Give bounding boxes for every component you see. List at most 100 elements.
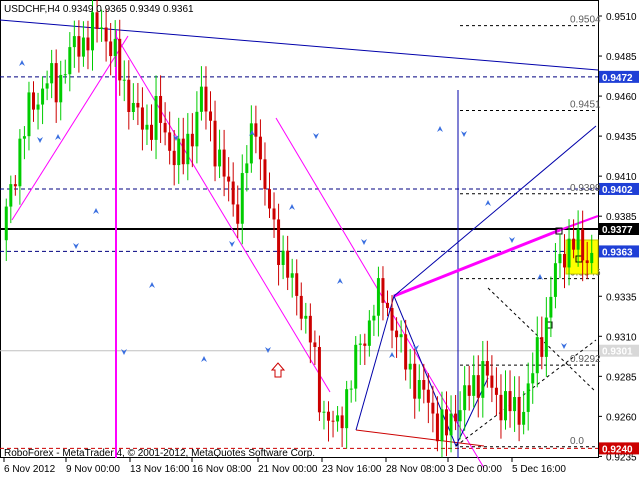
candle-body xyxy=(390,307,394,331)
up-fractal-arrow-icon xyxy=(149,282,155,288)
candle-body xyxy=(567,238,571,268)
candle-body xyxy=(86,37,90,51)
candle-body xyxy=(517,397,521,425)
candle-body xyxy=(454,413,458,422)
candle-body xyxy=(544,317,548,357)
candle-body xyxy=(526,383,530,412)
price-tick-label: 0.9385 xyxy=(606,212,637,223)
candle-body xyxy=(413,363,417,399)
candle-body xyxy=(354,344,358,389)
down-fractal-arrow-icon xyxy=(361,239,367,245)
price-tick-label: 0.9460 xyxy=(606,92,637,103)
up-fractal-arrow-icon xyxy=(19,60,25,66)
candle-body xyxy=(304,315,308,319)
fractal-arrows xyxy=(19,60,567,362)
trend-line[interactable] xyxy=(0,19,599,71)
candle-body xyxy=(27,92,31,137)
candle-body xyxy=(81,37,85,57)
price-tick-label: 0.9285 xyxy=(606,372,637,383)
candle-body xyxy=(154,95,158,140)
price-label: 0.9240 xyxy=(602,444,633,455)
candle-body xyxy=(336,415,340,422)
candle-body xyxy=(227,176,231,182)
candle-body xyxy=(177,138,181,166)
down-fractal-arrow-icon xyxy=(509,237,515,243)
candle-body xyxy=(422,380,426,390)
candle-body xyxy=(18,138,22,187)
candle-body xyxy=(218,149,222,167)
candle-body xyxy=(358,343,362,345)
down-fractal-arrow-icon xyxy=(313,133,319,139)
candle-body xyxy=(213,120,217,167)
candle-body xyxy=(181,138,185,165)
candle-body xyxy=(417,380,421,399)
price-label: 0.9377 xyxy=(602,225,633,236)
target-line[interactable] xyxy=(559,215,599,231)
candle-body xyxy=(313,342,317,348)
candle-body xyxy=(376,278,380,316)
up-fractal-arrow-icon xyxy=(93,208,99,214)
time-label: 13 Nov 16:00 xyxy=(130,464,190,475)
down-fractal-arrow-icon xyxy=(561,343,567,349)
down-fractal-arrow-icon xyxy=(265,347,271,353)
candle-body xyxy=(254,123,258,137)
support-line[interactable] xyxy=(355,429,485,447)
price-tick-label: 0.9485 xyxy=(606,52,637,63)
candle-body xyxy=(558,253,562,264)
candle-body xyxy=(9,184,13,207)
candle-body xyxy=(399,334,403,338)
time-label: 9 Nov 00:00 xyxy=(66,464,120,475)
price-tick-label: 0.9410 xyxy=(606,172,637,183)
candle-body xyxy=(50,63,54,84)
candle-body xyxy=(231,181,235,205)
candle-body xyxy=(363,343,367,346)
candle-body xyxy=(277,219,281,265)
fibo-label: 0.9504 xyxy=(570,15,601,26)
candle-body xyxy=(458,410,462,422)
candle-body xyxy=(513,397,517,412)
candle-body xyxy=(22,136,26,139)
candle-body xyxy=(136,102,140,108)
up-fractal-arrow-icon xyxy=(55,134,61,140)
candle-body xyxy=(445,409,448,436)
candle-body xyxy=(408,363,412,370)
fibonacci-levels: 0.95040.94510.93990.93460.92920.0 xyxy=(460,15,601,448)
time-label: 5 Dec 16:00 xyxy=(512,464,566,475)
time-label: 23 Nov 16:00 xyxy=(322,464,382,475)
candlestick-chart[interactable]: 0.9510 0.9485 0.9460 0.9435 0.9410 0.9385 0.93… xyxy=(0,0,640,480)
candle-body xyxy=(386,302,389,308)
chart-window[interactable]: 0.9510 0.9485 0.9460 0.9435 0.9410 0.9385 0.93… xyxy=(0,0,640,480)
channel-line[interactable] xyxy=(115,35,331,393)
channel-line[interactable] xyxy=(275,117,485,469)
candle-body xyxy=(581,229,585,261)
time-label: 3 Dec 00:00 xyxy=(448,464,502,475)
candle-body xyxy=(263,159,267,190)
down-fractal-arrow-icon xyxy=(229,241,235,247)
candle-body xyxy=(449,413,453,436)
candle-body xyxy=(36,104,40,110)
candle-body xyxy=(308,315,312,343)
time-label: 28 Nov 08:00 xyxy=(386,464,446,475)
candle-body xyxy=(317,347,321,413)
down-fractal-arrow-icon xyxy=(73,243,79,249)
candle-body xyxy=(299,295,303,319)
candle-body xyxy=(322,411,326,413)
down-fractal-arrow-icon xyxy=(121,349,127,355)
up-arrow-icon[interactable] xyxy=(270,362,286,378)
candle-body xyxy=(145,124,149,130)
candle-body xyxy=(54,63,58,103)
candle-body xyxy=(222,149,226,177)
candle-body xyxy=(522,411,526,425)
candle-body xyxy=(490,375,494,388)
candle-body xyxy=(163,122,167,133)
candle-body xyxy=(186,133,190,165)
wave-path[interactable] xyxy=(355,294,489,448)
target-line[interactable] xyxy=(393,228,561,298)
candle-body xyxy=(440,409,444,442)
candle-body xyxy=(268,189,271,209)
candle-body xyxy=(100,27,104,29)
down-fractal-arrow-icon xyxy=(37,137,43,143)
candle-body xyxy=(41,88,45,105)
candle-body xyxy=(590,252,594,264)
candle-body xyxy=(281,250,285,265)
